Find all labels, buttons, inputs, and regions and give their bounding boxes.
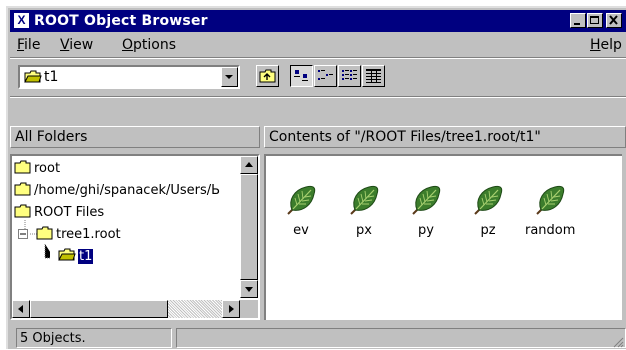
horizontal-scroll-thumb[interactable] [30,300,168,318]
browser-window: X ROOT Object Browser File View Options … [6,6,626,349]
object-pz[interactable]: pz [463,184,513,238]
tree-item-tree1-root[interactable]: tree1.root [36,226,121,242]
object-label: random [525,223,576,238]
scroll-down-button[interactable] [240,280,258,298]
menu-options-mnemonic: O [122,37,134,53]
tree-expander[interactable] [18,228,28,243]
object-label: py [418,223,434,238]
object-py[interactable]: py [401,184,451,238]
tree-item-t1[interactable]: t1 [58,248,94,264]
tree-item-label: /home/ghi/spanacek/Users/Ь [34,183,221,198]
menu-file[interactable]: File [17,37,40,53]
folder-icon [14,160,31,174]
status-object-count: 5 Objects. [16,328,172,348]
leaf-icon [287,185,316,215]
tree-item-label: t1 [78,249,94,264]
small-icons-icon [318,70,333,80]
folder-icon [14,182,31,196]
app-icon[interactable]: X [14,13,29,28]
scroll-left-button[interactable] [12,300,30,318]
tree-horizontal-scrollbar[interactable] [12,300,240,318]
object-ev[interactable]: ev [276,184,326,238]
title-bar[interactable]: X ROOT Object Browser [10,10,626,32]
list-icon [342,70,357,80]
leaf-icon [474,185,503,215]
status-bar: 5 Objects. [10,324,626,350]
leaf-icon [412,185,441,215]
close-icon [609,15,618,25]
scroll-corner [240,300,258,318]
object-random[interactable]: random [525,184,575,238]
menu-view[interactable]: View [60,37,93,53]
leaf-icon [350,185,379,215]
leaf-icon [536,185,565,215]
chevron-down-icon [225,75,233,79]
object-label: px [356,223,372,238]
contents-header-label: Contents of "/ROOT Files/tree1.root/t1" [269,129,541,145]
open-folder-icon [58,248,76,261]
menu-separator [10,57,626,59]
menu-options[interactable]: Options [122,37,176,53]
menu-view-label: iew [69,37,94,53]
resize-grip-icon[interactable] [612,336,624,348]
location-dropdown-button[interactable] [221,67,238,87]
folder-tree[interactable]: root /home/ghi/spanacek/Users/Ь ROOT Fil… [10,154,260,320]
folders-header-label: All Folders [15,129,88,145]
chevron-left-icon [18,305,23,313]
details-button[interactable] [362,65,385,87]
minimize-button[interactable] [570,13,586,28]
menu-file-label: ile [24,37,41,53]
toolbar-separator [10,96,626,98]
menu-options-label: ptions [133,37,177,53]
list-button[interactable] [338,65,361,87]
chevron-down-icon [245,287,253,292]
folder-icon [14,204,31,218]
toolbar: t1 [10,60,626,94]
tree-vertical-scrollbar[interactable] [240,156,258,298]
large-icons-icon [294,70,308,81]
scroll-up-button[interactable] [240,156,258,174]
status-secondary [176,328,626,348]
maximize-button[interactable] [587,13,603,28]
up-one-level-icon [259,69,276,83]
window-title: ROOT Object Browser [34,13,208,29]
open-folder-icon [24,70,42,83]
location-value: t1 [44,69,59,85]
chevron-up-icon [245,162,253,167]
tree-item-label: ROOT Files [34,205,105,220]
status-count-text: 5 Objects. [20,331,86,346]
minimize-icon [574,23,580,25]
object-label: ev [293,223,309,238]
object-px[interactable]: px [339,184,389,238]
folder-icon [36,226,53,240]
menu-view-mnemonic: V [60,37,70,53]
object-label: pz [480,223,496,238]
scroll-right-button[interactable] [222,300,240,318]
menu-bar: File View Options Help [10,34,626,56]
large-icons-button[interactable] [290,65,313,87]
details-icon [366,69,381,83]
scroll-thumb[interactable] [240,174,258,280]
location-combo[interactable]: t1 [18,65,240,89]
chevron-right-icon [229,305,234,313]
close-button[interactable] [606,13,622,28]
contents-header: Contents of "/ROOT Files/tree1.root/t1" [264,126,626,148]
tree-item-root-files[interactable]: ROOT Files [14,204,104,220]
contents-view[interactable]: ev px py pz random [264,154,622,320]
menu-help[interactable]: Help [590,37,622,53]
menu-help-label: elp [600,37,622,53]
folders-header: All Folders [10,126,260,148]
maximize-icon [590,16,599,24]
up-one-level-button[interactable] [256,65,279,87]
tree-item-label: tree1.root [56,227,121,242]
tree-item-home-path[interactable]: /home/ghi/spanacek/Users/Ь [14,182,220,198]
small-icons-button[interactable] [314,65,337,87]
menu-help-mnemonic: H [590,37,601,53]
tree-item-label: root [34,161,61,176]
tree-item-root[interactable]: root [14,160,60,176]
menu-file-mnemonic: F [17,37,25,53]
collapse-icon [18,229,28,239]
